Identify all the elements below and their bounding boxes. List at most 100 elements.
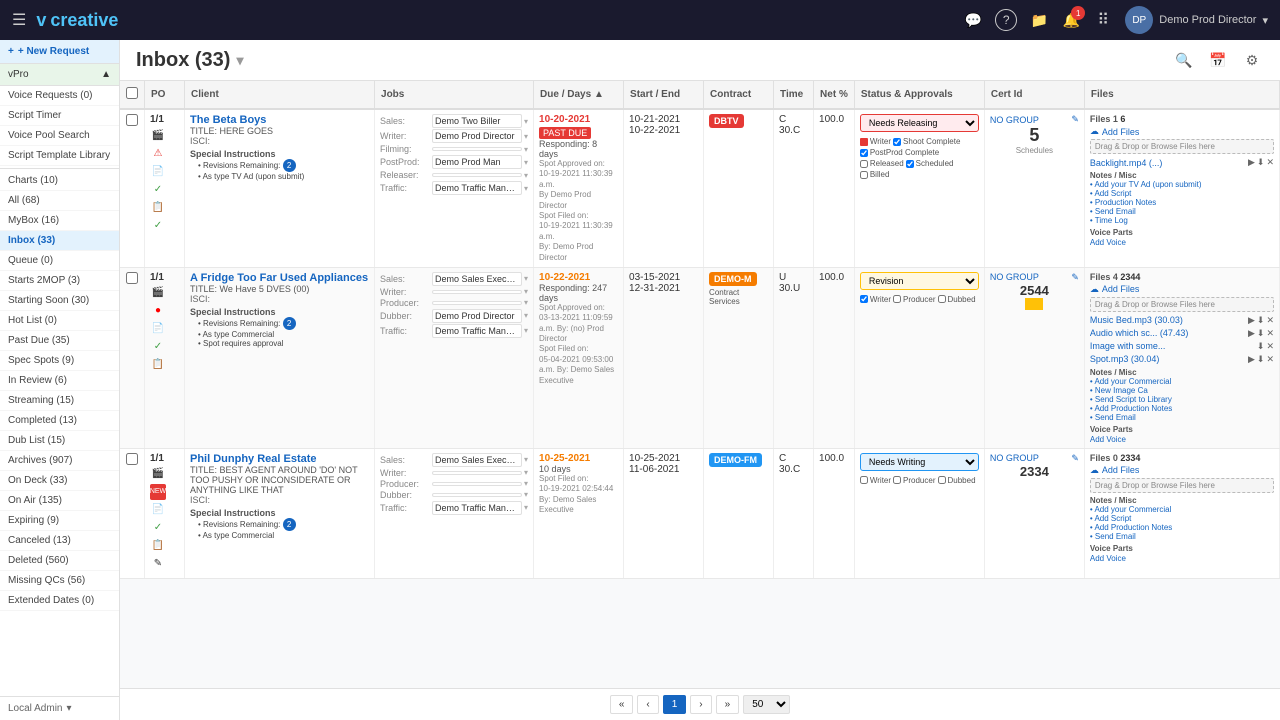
file-name[interactable]: Spot.mp3 (30.04)	[1090, 354, 1160, 364]
note-send-email[interactable]: Send Email	[1090, 413, 1274, 422]
sidebar-item-canceled[interactable]: Canceled (13)	[0, 531, 119, 551]
sidebar-item-queue[interactable]: Queue (0)	[0, 251, 119, 271]
writer-checkbox[interactable]	[860, 295, 868, 303]
row-checkbox[interactable]	[126, 453, 138, 465]
note-production-notes[interactable]: Production Notes	[1090, 198, 1274, 207]
note-production-notes[interactable]: Add Production Notes	[1090, 523, 1274, 532]
sidebar-item-script-template[interactable]: Script Template Library	[0, 146, 119, 166]
status-dropdown[interactable]: Needs Releasing	[860, 114, 979, 132]
help-icon[interactable]: ?	[995, 9, 1017, 31]
drop-zone[interactable]: Drag & Drop or Browse Files here	[1090, 297, 1274, 312]
new-request-button[interactable]: + + New Request	[0, 40, 119, 64]
delete-icon[interactable]: ✕	[1266, 157, 1274, 168]
page-1-button[interactable]: 1	[663, 695, 687, 714]
sidebar-item-on-air[interactable]: On Air (135)	[0, 491, 119, 511]
sidebar-item-voice-pool-search[interactable]: Voice Pool Search	[0, 126, 119, 146]
play-icon[interactable]: ▶	[1248, 315, 1255, 326]
status-dropdown[interactable]: Revision	[860, 272, 979, 290]
play-icon[interactable]: ▶	[1248, 328, 1255, 339]
download-icon[interactable]: ⬇	[1257, 157, 1265, 168]
drop-zone[interactable]: Drag & Drop or Browse Files here	[1090, 478, 1274, 493]
dubbed-checkbox[interactable]	[938, 476, 946, 484]
download-icon[interactable]: ⬇	[1257, 341, 1265, 352]
add-voice-link[interactable]: Add Voice	[1090, 435, 1126, 444]
add-files-button[interactable]: ☁ Add Files	[1090, 126, 1274, 137]
sidebar-item-spec-spots[interactable]: Spec Spots (9)	[0, 351, 119, 371]
folder-icon[interactable]: 📁	[1029, 10, 1049, 30]
search-icon[interactable]: 🔍	[1172, 48, 1196, 72]
sidebar-item-dub-list[interactable]: Dub List (15)	[0, 431, 119, 451]
row-checkbox-cell[interactable]	[120, 267, 145, 448]
notification-icon[interactable]: 🔔 1	[1061, 10, 1081, 30]
settings-icon[interactable]: ⚙	[1240, 48, 1264, 72]
sidebar-item-completed[interactable]: Completed (13)	[0, 411, 119, 431]
sidebar-item-expiring[interactable]: Expiring (9)	[0, 511, 119, 531]
add-files-button[interactable]: ☁ Add Files	[1090, 465, 1274, 476]
scheduled-checkbox[interactable]	[906, 160, 914, 168]
row-checkbox-cell[interactable]	[120, 109, 145, 267]
add-voice-link[interactable]: Add Voice	[1090, 238, 1126, 247]
sidebar-item-starting-soon[interactable]: Starting Soon (30)	[0, 291, 119, 311]
note-send-email[interactable]: Send Email	[1090, 207, 1274, 216]
apps-grid-icon[interactable]: ⠿	[1093, 10, 1113, 30]
producer-checkbox[interactable]	[893, 295, 901, 303]
sidebar-item-deleted[interactable]: Deleted (560)	[0, 551, 119, 571]
sidebar-item-all[interactable]: All (68)	[0, 191, 119, 211]
postprod-checkbox[interactable]	[860, 149, 868, 157]
sidebar-item-script-timer[interactable]: Script Timer	[0, 106, 119, 126]
vpro-toggle[interactable]: vPro ▲	[0, 64, 119, 86]
sidebar-item-archives[interactable]: Archives (907)	[0, 451, 119, 471]
cert-edit-icon[interactable]: ✎	[1071, 453, 1079, 464]
file-name[interactable]: Image with some...	[1090, 341, 1166, 351]
client-name[interactable]: The Beta Boys	[190, 114, 369, 126]
delete-icon[interactable]: ✕	[1266, 354, 1274, 365]
producer-checkbox[interactable]	[893, 476, 901, 484]
sidebar-item-streaming[interactable]: Streaming (15)	[0, 391, 119, 411]
note-new-image[interactable]: New Image Ca	[1090, 386, 1274, 395]
user-menu[interactable]: DP Demo Prod Director ▾	[1125, 6, 1268, 34]
sidebar-item-charts[interactable]: Charts (10)	[0, 171, 119, 191]
dubbed-checkbox[interactable]	[938, 295, 946, 303]
sidebar-item-in-review[interactable]: In Review (6)	[0, 371, 119, 391]
calendar-icon[interactable]: 📅	[1206, 48, 1230, 72]
page-title-dropdown-icon[interactable]: ▾	[236, 52, 243, 69]
last-page-button[interactable]: »	[716, 695, 740, 714]
sidebar-item-extended-dates[interactable]: Extended Dates (0)	[0, 591, 119, 611]
download-icon[interactable]: ⬇	[1257, 315, 1265, 326]
sidebar-item-hot-list[interactable]: Hot List (0)	[0, 311, 119, 331]
note-add-commercial[interactable]: Add your Commercial	[1090, 377, 1274, 386]
note-add-tv[interactable]: Add your TV Ad (upon submit)	[1090, 180, 1274, 189]
hamburger-icon[interactable]: ☰	[12, 10, 26, 30]
sidebar-item-inbox[interactable]: Inbox (33)	[0, 231, 119, 251]
sidebar-item-mybox[interactable]: MyBox (16)	[0, 211, 119, 231]
header-due[interactable]: Due / Days ▲	[534, 81, 624, 109]
sidebar-item-voice-requests[interactable]: Voice Requests (0)	[0, 86, 119, 106]
note-production-notes[interactable]: Add Production Notes	[1090, 404, 1274, 413]
note-send-email[interactable]: Send Email	[1090, 532, 1274, 541]
cert-edit-icon[interactable]: ✎	[1071, 272, 1079, 283]
sidebar-item-on-deck[interactable]: On Deck (33)	[0, 471, 119, 491]
download-icon[interactable]: ⬇	[1257, 354, 1265, 365]
row-checkbox-cell[interactable]	[120, 448, 145, 578]
play-icon[interactable]: ▶	[1248, 157, 1255, 168]
sidebar-item-missing-qcs[interactable]: Missing QCs (56)	[0, 571, 119, 591]
add-files-button[interactable]: ☁ Add Files	[1090, 284, 1274, 295]
file-name[interactable]: Backlight.mp4 (...)	[1090, 158, 1163, 168]
play-icon[interactable]: ▶	[1248, 354, 1255, 365]
delete-icon[interactable]: ✕	[1266, 328, 1274, 339]
file-name[interactable]: Music Bed.mp3 (30.03)	[1090, 315, 1183, 325]
download-icon[interactable]: ⬇	[1257, 328, 1265, 339]
row-checkbox[interactable]	[126, 272, 138, 284]
note-add-script[interactable]: Add Script	[1090, 189, 1274, 198]
sidebar-item-starts-2mop[interactable]: Starts 2MOP (3)	[0, 271, 119, 291]
per-page-select[interactable]: 25 50 100	[743, 695, 790, 714]
chat-icon[interactable]: 💬	[963, 10, 983, 30]
cert-edit-icon[interactable]: ✎	[1071, 114, 1079, 125]
local-admin-toggle[interactable]: Local Admin ▾	[0, 696, 119, 720]
delete-icon[interactable]: ✕	[1266, 315, 1274, 326]
billed-checkbox[interactable]	[860, 171, 868, 179]
row-checkbox[interactable]	[126, 114, 138, 126]
note-add-script[interactable]: Add Script	[1090, 514, 1274, 523]
add-voice-link[interactable]: Add Voice	[1090, 554, 1126, 563]
select-all-checkbox[interactable]	[126, 87, 138, 99]
